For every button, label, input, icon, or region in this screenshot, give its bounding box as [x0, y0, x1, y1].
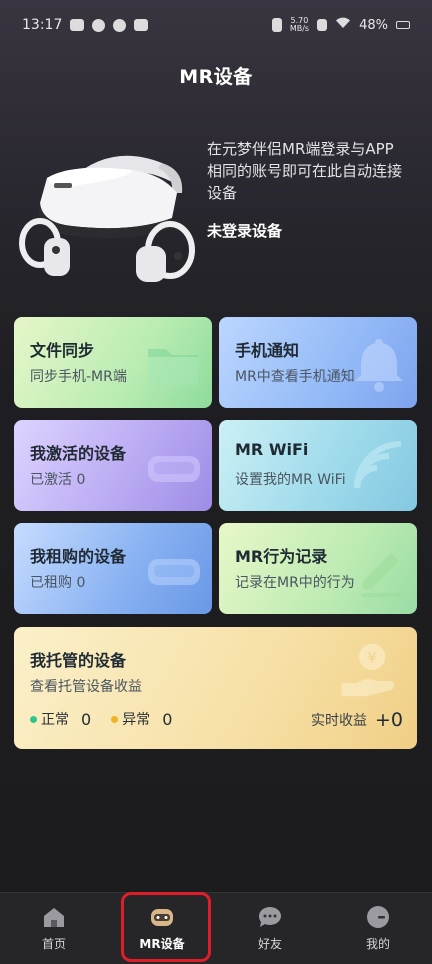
- tab-label: 首页: [41, 937, 66, 951]
- play-icon: [113, 18, 127, 32]
- status-time: 13:17: [22, 17, 63, 33]
- hero-section: 在元梦伴侣MR端登录与APP相同的账号即可在此自动连接设备 未登录设备: [0, 128, 432, 288]
- tab-home[interactable]: 首页: [0, 893, 108, 964]
- abnormal-count: 0: [162, 709, 173, 729]
- login-status: 未登录设备: [207, 222, 283, 240]
- net-speed: 5.70 MB/s: [289, 16, 310, 33]
- earnings-value: +0: [374, 709, 403, 731]
- earnings-label: 实时收益: [310, 713, 367, 729]
- hosted-stats: 正常 0 异常 0: [30, 709, 192, 729]
- hosted-devices-card[interactable]: 我托管的设备 查看托管设备收益 ¥ 正常 0 异常 0 实时收益 +0: [14, 627, 417, 749]
- card-subtitle: 查看托管设备收益: [30, 679, 142, 695]
- vr-headset-image: [19, 155, 195, 282]
- card-subtitle: 记录在MR中的行为: [235, 575, 355, 591]
- coin-hand-icon: ¥: [341, 643, 395, 697]
- vibrate-icon: [271, 18, 282, 32]
- svg-text:¥: ¥: [368, 650, 377, 666]
- nfc-icon: [317, 19, 328, 31]
- check-badge-icon: [92, 18, 106, 32]
- card-subtitle: 已租购 0: [30, 575, 86, 591]
- page-title: MR设备: [179, 66, 253, 88]
- crown-icon: [70, 19, 85, 31]
- pen-icon: [361, 553, 401, 597]
- normal-count: 0: [81, 709, 92, 729]
- card-subtitle: MR中查看手机通知: [235, 369, 355, 385]
- app-notification-icon: [134, 19, 149, 31]
- tab-highlight-frame: [121, 892, 211, 962]
- vr-goggles-icon: [148, 456, 200, 482]
- mr-behavior-record-card[interactable]: MR行为记录 记录在MR中的行为: [219, 523, 417, 614]
- normal-dot-icon: [30, 715, 37, 723]
- abnormal-stat: 异常 0: [111, 709, 172, 729]
- wifi-icon: [335, 17, 351, 33]
- abnormal-label: 异常: [122, 712, 151, 728]
- tab-label: 我的: [365, 937, 390, 951]
- status-bar: 13:17 5.70 MB/s 48%: [0, 0, 432, 50]
- vr-goggles-icon: [148, 559, 200, 585]
- realtime-earnings: 实时收益 +0: [311, 709, 403, 731]
- card-title: 我租购的设备: [30, 547, 127, 566]
- battery-percent: 48%: [359, 17, 388, 33]
- battery-icon: [396, 21, 410, 29]
- abnormal-dot-icon: [111, 715, 119, 723]
- card-subtitle: 设置我的MR WiFi: [235, 472, 346, 488]
- card-title: MR WiFi: [235, 440, 309, 459]
- home-icon: [44, 908, 64, 927]
- file-sync-card[interactable]: 文件同步 同步手机-MR端: [14, 317, 212, 408]
- card-title: 我托管的设备: [30, 651, 127, 670]
- normal-stat: 正常 0: [30, 709, 91, 729]
- folder-icon: [148, 349, 198, 385]
- bottom-tab-bar: 首页 MR设备 好友 我的: [0, 892, 432, 964]
- mr-wifi-card[interactable]: MR WiFi 设置我的MR WiFi: [219, 420, 417, 511]
- tab-friends[interactable]: 好友: [216, 893, 324, 964]
- card-subtitle: 已激活 0: [30, 472, 86, 488]
- card-title: MR行为记录: [235, 547, 328, 566]
- activated-devices-card[interactable]: 我激活的设备 已激活 0: [14, 420, 212, 511]
- wifi-signal-icon: [354, 441, 402, 489]
- bell-icon: [355, 339, 403, 392]
- rented-devices-card[interactable]: 我租购的设备 已租购 0: [14, 523, 212, 614]
- tab-profile[interactable]: 我的: [324, 893, 432, 964]
- profile-icon: [367, 906, 389, 928]
- normal-label: 正常: [41, 712, 69, 728]
- tab-label: 好友: [257, 937, 282, 951]
- card-title: 文件同步: [30, 341, 95, 360]
- card-title: 手机通知: [235, 341, 300, 360]
- card-subtitle: 同步手机-MR端: [30, 369, 127, 385]
- friends-icon: [258, 906, 281, 927]
- phone-notification-card[interactable]: 手机通知 MR中查看手机通知: [219, 317, 417, 408]
- card-title: 我激活的设备: [30, 444, 127, 463]
- hero-description: 在元梦伴侣MR端登录与APP相同的账号即可在此自动连接设备: [207, 140, 403, 202]
